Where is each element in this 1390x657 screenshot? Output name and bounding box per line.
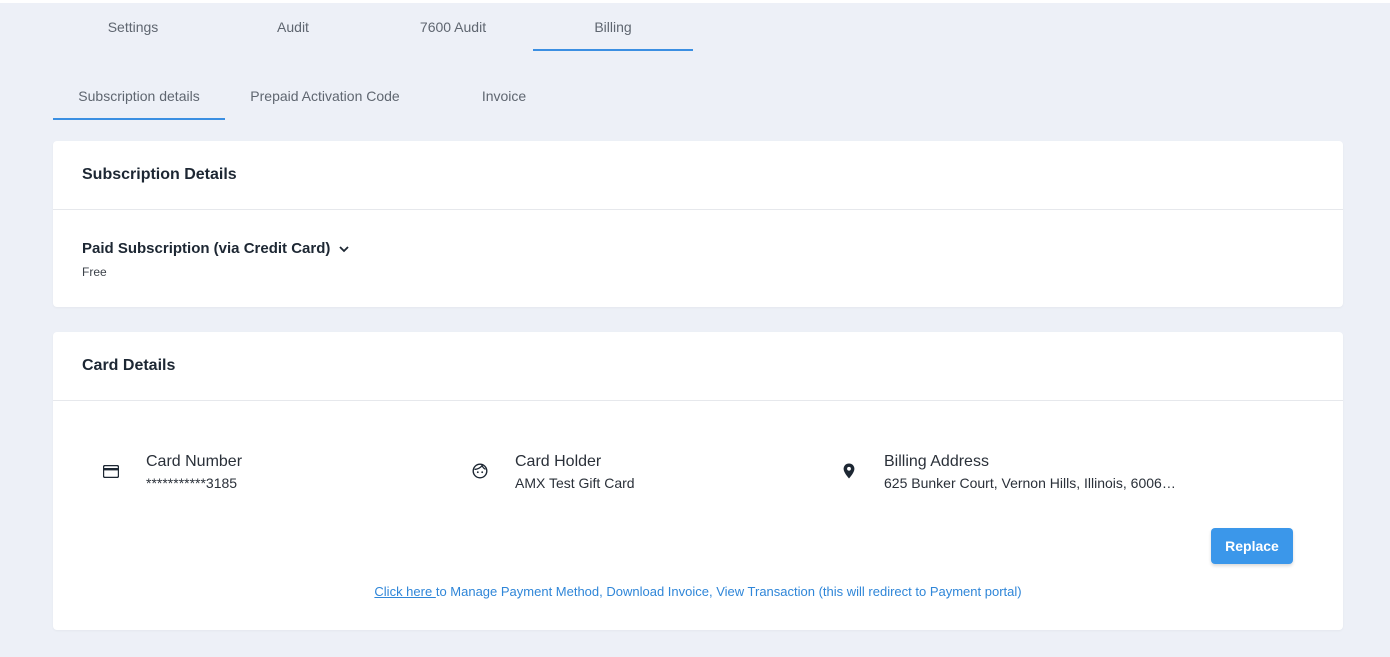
card-number-value: ***********3185 [146,475,238,491]
payment-portal-note: Click here to Manage Payment Method, Dow… [53,584,1343,599]
card-holder-label: Card Holder [515,453,602,470]
tab-invoice[interactable]: Invoice [425,72,583,120]
face-icon [471,462,489,480]
subscription-plan-value: Free [82,265,107,279]
billing-sub-tabs: Subscription details Prepaid Activation … [53,72,583,120]
location-pin-icon [840,462,858,480]
credit-card-icon [102,462,120,480]
tab-billing[interactable]: Billing [533,3,693,51]
card-details-card: Card Details Card Number ***********3185… [53,332,1343,630]
subscription-details-title: Subscription Details [53,141,1343,210]
card-holder-item: Card Holder AMX Test Gift Card [471,452,635,493]
billing-address-label: Billing Address [884,453,989,470]
subscription-plan-toggle[interactable]: Paid Subscription (via Credit Card) [82,240,1314,257]
main-tabs: Settings Audit 7600 Audit Billing [53,3,693,51]
card-holder-value: AMX Test Gift Card [515,475,635,491]
subscription-plan-label: Paid Subscription (via Credit Card) [82,240,331,257]
billing-address-item: Billing Address 625 Bunker Court, Vernon… [840,452,1176,493]
tab-7600-audit[interactable]: 7600 Audit [373,3,533,51]
card-number-label: Card Number [146,453,243,470]
card-details-title: Card Details [53,332,1343,401]
tab-prepaid-activation-code[interactable]: Prepaid Activation Code [225,72,425,120]
billing-address-value: 625 Bunker Court, Vernon Hills, Illinois… [884,475,1176,491]
tab-settings[interactable]: Settings [53,3,213,51]
tab-subscription-details[interactable]: Subscription details [53,72,225,120]
payment-portal-link[interactable]: Click here [374,584,435,599]
payment-portal-note-text: to Manage Payment Method, Download Invoi… [435,584,1022,599]
chevron-down-icon[interactable] [338,243,350,255]
tab-audit[interactable]: Audit [213,3,373,51]
subscription-details-card: Subscription Details Paid Subscription (… [53,141,1343,307]
card-number-item: Card Number ***********3185 [102,452,242,493]
replace-button[interactable]: Replace [1211,528,1293,564]
